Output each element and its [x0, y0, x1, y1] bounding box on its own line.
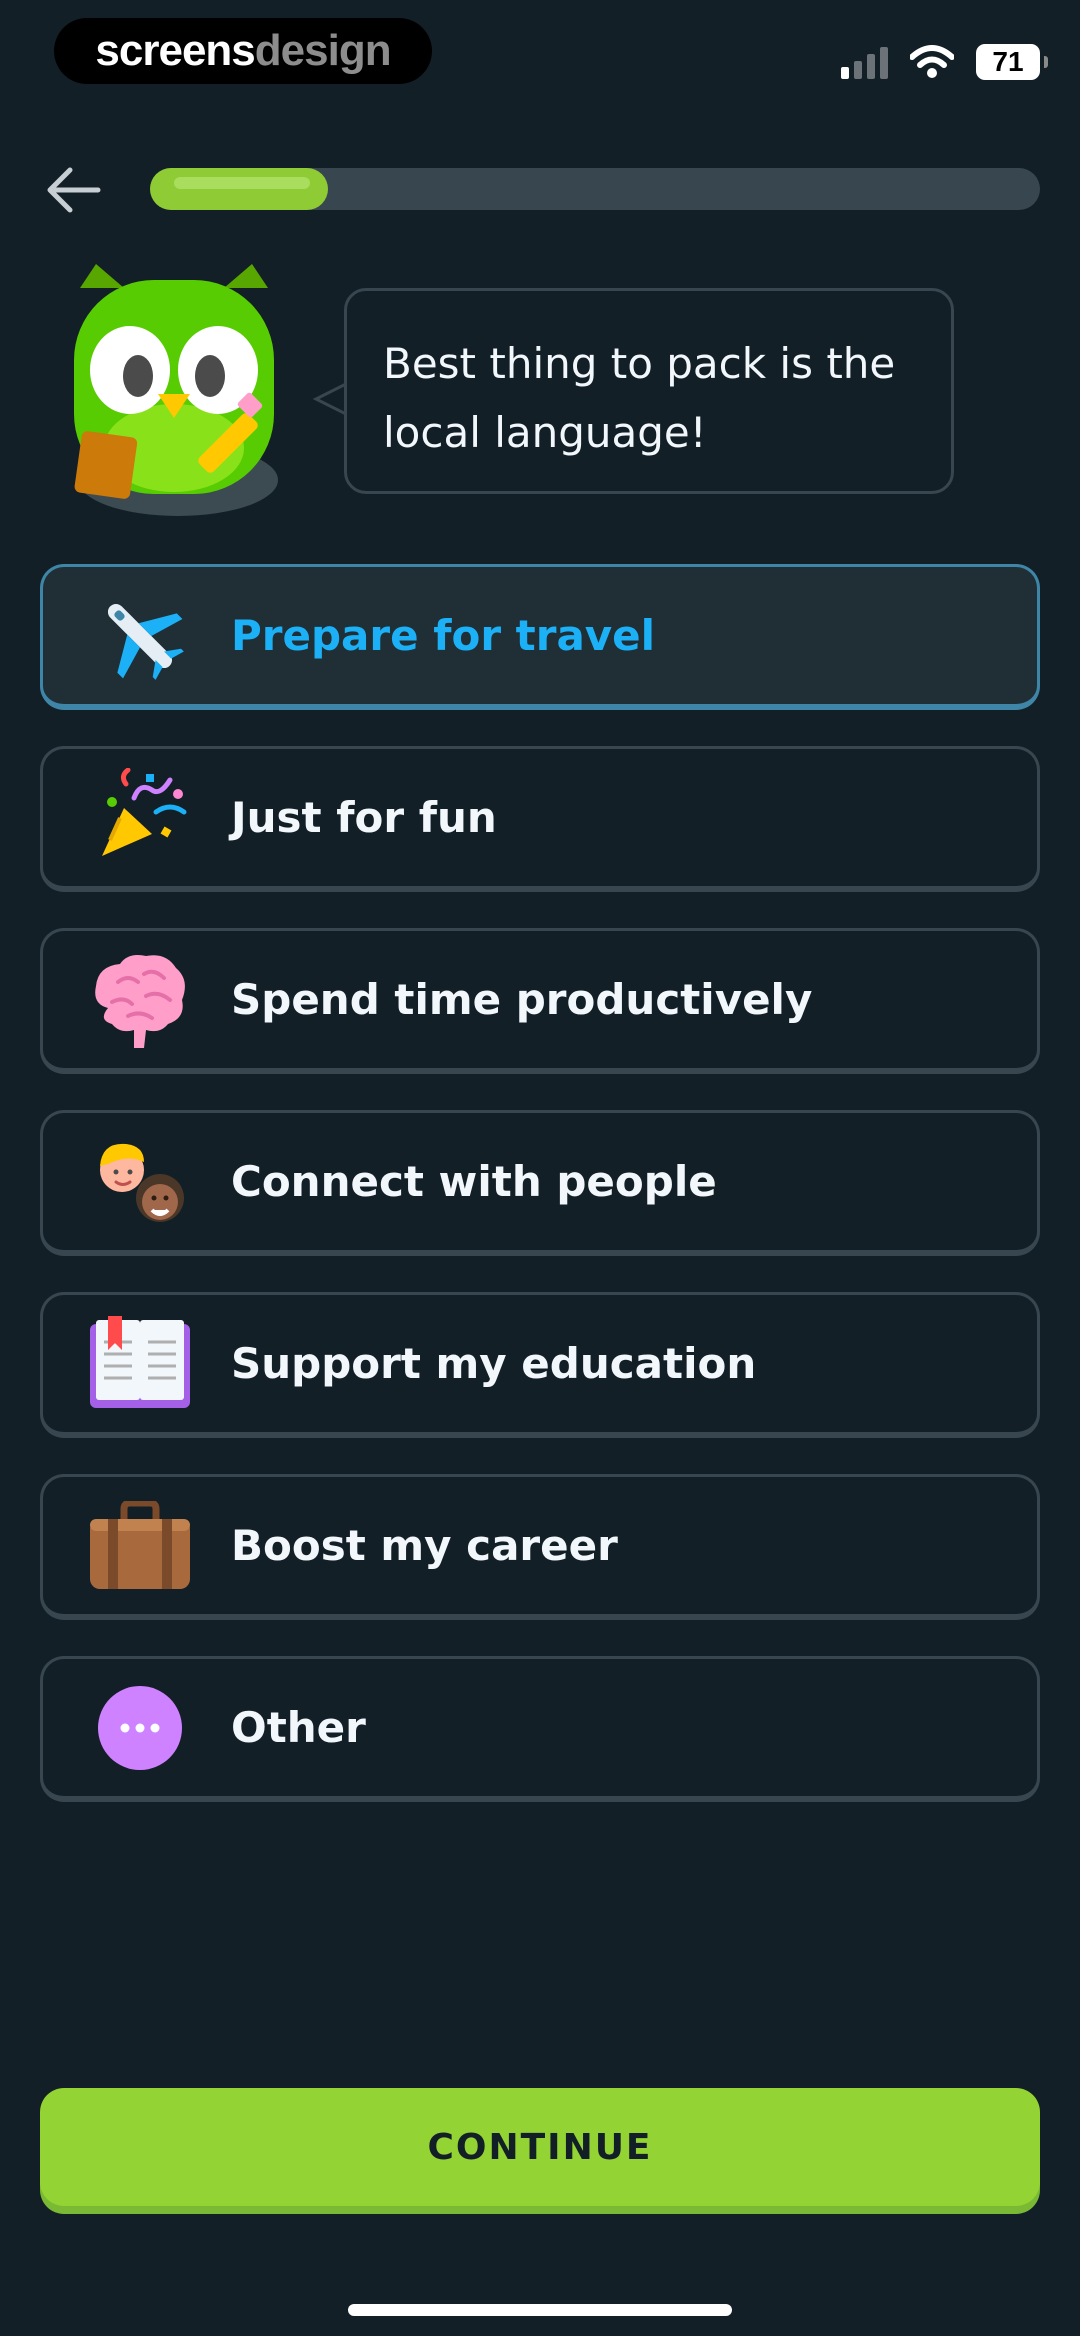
- back-arrow-icon[interactable]: [40, 160, 104, 224]
- status-bar: 71: [841, 40, 1048, 84]
- option-prepare-for-travel[interactable]: Prepare for travel: [40, 564, 1040, 710]
- home-indicator[interactable]: [348, 2304, 732, 2316]
- brain-icon: [85, 945, 195, 1055]
- airplane-icon: [85, 581, 195, 691]
- book-icon: [85, 1309, 195, 1419]
- option-label: Spend time productively: [231, 975, 813, 1024]
- briefcase-icon: [85, 1491, 195, 1601]
- party-popper-icon: [85, 763, 195, 873]
- progress-fill: [150, 168, 328, 210]
- watermark-part2: design: [254, 26, 392, 75]
- option-connect-with-people[interactable]: Connect with people: [40, 1110, 1040, 1256]
- watermark-part1: screens: [95, 26, 255, 75]
- speech-bubble-tail: [312, 382, 346, 416]
- continue-button[interactable]: CONTINUE: [40, 2088, 1040, 2206]
- option-label: Other: [231, 1703, 366, 1752]
- lesson-progress-bar: [150, 168, 1040, 210]
- option-spend-time-productively[interactable]: Spend time productively: [40, 928, 1040, 1074]
- screensdesign-watermark: screens design: [54, 18, 432, 84]
- option-label: Prepare for travel: [231, 611, 656, 660]
- option-boost-my-career[interactable]: Boost my career: [40, 1474, 1040, 1620]
- more-dots-icon: [85, 1673, 195, 1783]
- duo-owl-mascot-icon: [74, 264, 278, 516]
- option-just-for-fun[interactable]: Just for fun: [40, 746, 1040, 892]
- option-other[interactable]: Other: [40, 1656, 1040, 1802]
- option-label: Support my education: [231, 1339, 757, 1388]
- battery-icon: 71: [976, 44, 1048, 80]
- option-support-my-education[interactable]: Support my education: [40, 1292, 1040, 1438]
- wifi-icon: [910, 45, 954, 78]
- people-icon: [85, 1127, 195, 1237]
- option-label: Boost my career: [231, 1521, 618, 1570]
- option-label: Just for fun: [231, 793, 497, 842]
- speech-bubble: Best thing to pack is the local language…: [344, 288, 954, 494]
- option-label: Connect with people: [231, 1157, 717, 1206]
- cellular-signal-icon: [841, 45, 888, 79]
- battery-level: 71: [992, 46, 1024, 77]
